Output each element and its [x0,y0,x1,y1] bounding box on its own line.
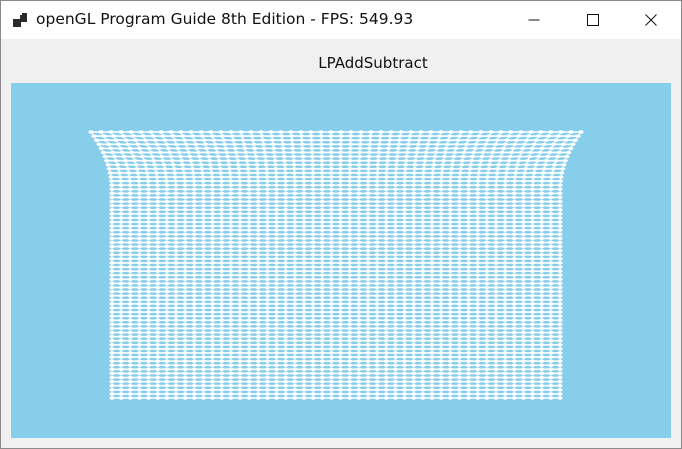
app-icon[interactable] [13,12,27,27]
minimize-icon [528,19,540,21]
app-window: openGL Program Guide 8th Edition - FPS: … [0,0,682,449]
canvas-label: LPAddSubtract [318,54,428,72]
particle-mesh [11,83,671,438]
gl-viewport[interactable] [11,83,671,438]
maximize-button[interactable] [570,1,616,39]
close-button[interactable] [628,1,674,39]
minimize-button[interactable] [511,1,557,39]
window-title: openGL Program Guide 8th Edition - FPS: … [36,10,414,28]
close-icon [645,14,657,26]
title-bar[interactable]: openGL Program Guide 8th Edition - FPS: … [1,1,681,39]
maximize-icon [587,14,599,26]
